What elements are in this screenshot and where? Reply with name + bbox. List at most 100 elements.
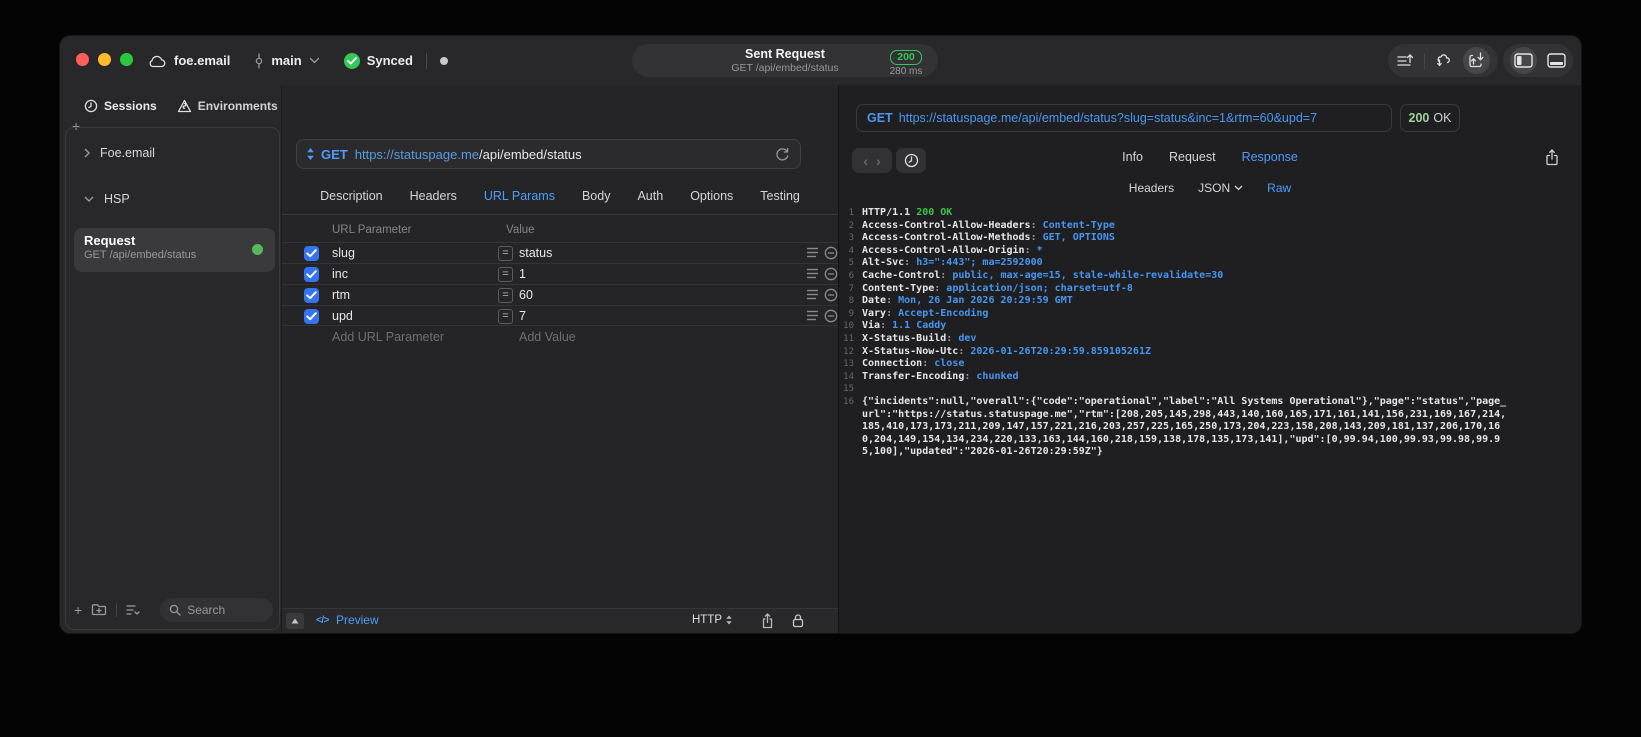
response-tab-request[interactable]: Request bbox=[1169, 150, 1216, 164]
preview-button[interactable]: </> Preview bbox=[316, 613, 379, 627]
remove-row-icon[interactable] bbox=[824, 288, 838, 305]
tab-environments[interactable]: Environments bbox=[177, 99, 278, 113]
flow-hooks-icon[interactable] bbox=[1435, 53, 1453, 68]
status-line: HTTP/1.1 200 OK bbox=[862, 207, 953, 218]
tree-item-foe-email[interactable]: Foe.email bbox=[84, 146, 155, 160]
export-response-icon[interactable] bbox=[1545, 149, 1559, 166]
response-status-box: 200 OK bbox=[1400, 104, 1460, 132]
search-input[interactable]: Search bbox=[160, 597, 273, 622]
tab-sessions[interactable]: Sessions bbox=[84, 99, 157, 113]
duration-label: 280 ms bbox=[889, 66, 923, 77]
add-url-parameter[interactable]: Add URL Parameter bbox=[332, 330, 444, 344]
protocol-label: HTTP bbox=[691, 614, 722, 626]
line-number: 2 bbox=[848, 220, 854, 231]
sync-check-icon bbox=[343, 52, 360, 69]
add-value[interactable]: Add Value bbox=[519, 330, 576, 344]
sort-export-icon[interactable] bbox=[1396, 53, 1414, 68]
header-line: Connection: close bbox=[862, 358, 965, 370]
url-bar[interactable]: GET https://statuspage.me/api/embed/stat… bbox=[296, 139, 801, 169]
method-label[interactable]: GET bbox=[321, 147, 348, 162]
response-tab-response[interactable]: Response bbox=[1242, 150, 1298, 164]
param-row: slug = status bbox=[282, 242, 838, 263]
share-icon[interactable] bbox=[761, 613, 774, 629]
param-checkbox[interactable] bbox=[304, 288, 319, 303]
param-name-field[interactable]: inc bbox=[332, 267, 348, 281]
code-line: 10 Via: 1.1 Caddy bbox=[839, 320, 1575, 333]
row-drag-icon[interactable] bbox=[806, 289, 819, 303]
collapse-panel-button[interactable] bbox=[286, 613, 304, 629]
params-table-header: URL Parameter Value bbox=[282, 221, 838, 242]
response-subtab-headers[interactable]: Headers bbox=[1129, 181, 1174, 195]
toggle-sidebar-icon[interactable] bbox=[1510, 47, 1537, 74]
close-window-button[interactable] bbox=[76, 53, 89, 66]
code-line: 7 Content-Type: application/json; charset… bbox=[839, 283, 1575, 296]
header-line: Content-Type: application/json; charset=… bbox=[862, 282, 1133, 294]
param-checkbox[interactable] bbox=[304, 267, 319, 282]
param-checkbox[interactable] bbox=[304, 309, 319, 324]
param-value-field[interactable]: 1 bbox=[519, 267, 526, 281]
chevron-down-icon[interactable] bbox=[309, 57, 320, 64]
response-subtab-raw[interactable]: Raw bbox=[1267, 181, 1291, 195]
params-rows: slug = status inc = 1 rtm = 60 upd = 7 bbox=[282, 242, 838, 326]
param-value-field[interactable]: status bbox=[519, 246, 552, 260]
refresh-icon[interactable] bbox=[775, 147, 790, 162]
line-number: 4 bbox=[848, 245, 854, 256]
param-checkbox[interactable] bbox=[304, 246, 319, 261]
code-line: 13 Connection: close bbox=[839, 358, 1575, 371]
minimize-window-button[interactable] bbox=[98, 53, 111, 66]
param-value-field[interactable]: 60 bbox=[519, 288, 533, 302]
request-item-subtitle: GET /api/embed/status bbox=[84, 249, 197, 261]
line-number: 7 bbox=[848, 283, 854, 294]
sort-filter-icon[interactable] bbox=[126, 604, 141, 616]
remove-row-icon[interactable] bbox=[824, 246, 838, 263]
request-tab-body[interactable]: Body bbox=[582, 189, 611, 213]
param-value-field[interactable]: 7 bbox=[519, 309, 526, 323]
code-line: 9 Vary: Accept-Encoding bbox=[839, 308, 1575, 321]
remove-row-icon[interactable] bbox=[824, 309, 838, 326]
request-summary-pill[interactable]: Sent Request GET /api/embed/status 200 2… bbox=[632, 44, 938, 77]
sent-request-url[interactable]: GET https://statuspage.me/api/embed/stat… bbox=[856, 104, 1392, 132]
request-tab-auth[interactable]: Auth bbox=[637, 189, 663, 213]
sync-status[interactable]: Synced bbox=[367, 53, 413, 68]
project-name[interactable]: foe.email bbox=[174, 53, 230, 68]
request-list-item[interactable]: Request GET /api/embed/status bbox=[74, 228, 275, 272]
url-path[interactable]: /api/embed/status bbox=[479, 147, 582, 162]
row-drag-icon[interactable] bbox=[806, 247, 819, 261]
request-tab-testing[interactable]: Testing bbox=[760, 189, 800, 213]
col-value: Value bbox=[506, 224, 535, 236]
preview-label: Preview bbox=[335, 613, 379, 627]
tab-environments-label: Environments bbox=[197, 99, 278, 113]
line-number: 16 bbox=[843, 396, 854, 407]
protocol-selector[interactable]: HTTP bbox=[692, 614, 732, 626]
lock-icon[interactable] bbox=[792, 613, 804, 628]
method-stepper-icon[interactable] bbox=[307, 148, 314, 160]
new-folder-icon[interactable] bbox=[91, 603, 107, 616]
row-drag-icon[interactable] bbox=[806, 268, 819, 282]
response-code: 1 HTTP/1.1 200 OK 2 Access-Control-Allow-He… bbox=[839, 207, 1575, 633]
response-subtab-json[interactable]: JSON bbox=[1198, 181, 1243, 195]
zoom-window-button[interactable] bbox=[120, 53, 133, 66]
row-drag-icon[interactable] bbox=[806, 310, 819, 324]
param-name-field[interactable]: rtm bbox=[332, 288, 350, 302]
tree-item-label: Foe.email bbox=[100, 146, 155, 160]
branch-name[interactable]: main bbox=[271, 53, 301, 68]
tree-item-hsp[interactable]: HSP bbox=[84, 192, 130, 206]
code-line: 16 {"incidents":null,"overall":{"code":"o… bbox=[839, 396, 1575, 459]
toggle-bottom-panel-icon[interactable] bbox=[1547, 53, 1566, 68]
add-param-row[interactable]: Add URL Parameter Add Value bbox=[282, 327, 838, 348]
param-name-field[interactable]: upd bbox=[332, 309, 353, 323]
sidebar: Sessions Environments + — Foe.email HSP … bbox=[60, 85, 281, 633]
request-tab-options[interactable]: Options bbox=[690, 189, 733, 213]
header-line: Transfer-Encoding: chunked bbox=[862, 370, 1019, 382]
param-name-field[interactable]: slug bbox=[332, 246, 355, 260]
request-tab-url-params[interactable]: URL Params bbox=[484, 189, 555, 213]
tabs-divider bbox=[282, 214, 838, 215]
request-footer: </> Preview HTTP bbox=[282, 608, 838, 633]
request-tab-description[interactable]: Description bbox=[320, 189, 383, 213]
url-host[interactable]: https://statuspage.me bbox=[355, 147, 479, 162]
remove-row-icon[interactable] bbox=[824, 267, 838, 284]
import-request-icon[interactable] bbox=[1462, 47, 1490, 74]
add-request-button[interactable]: + bbox=[74, 602, 82, 618]
response-tab-info[interactable]: Info bbox=[1122, 150, 1143, 164]
request-tab-headers[interactable]: Headers bbox=[410, 189, 457, 213]
